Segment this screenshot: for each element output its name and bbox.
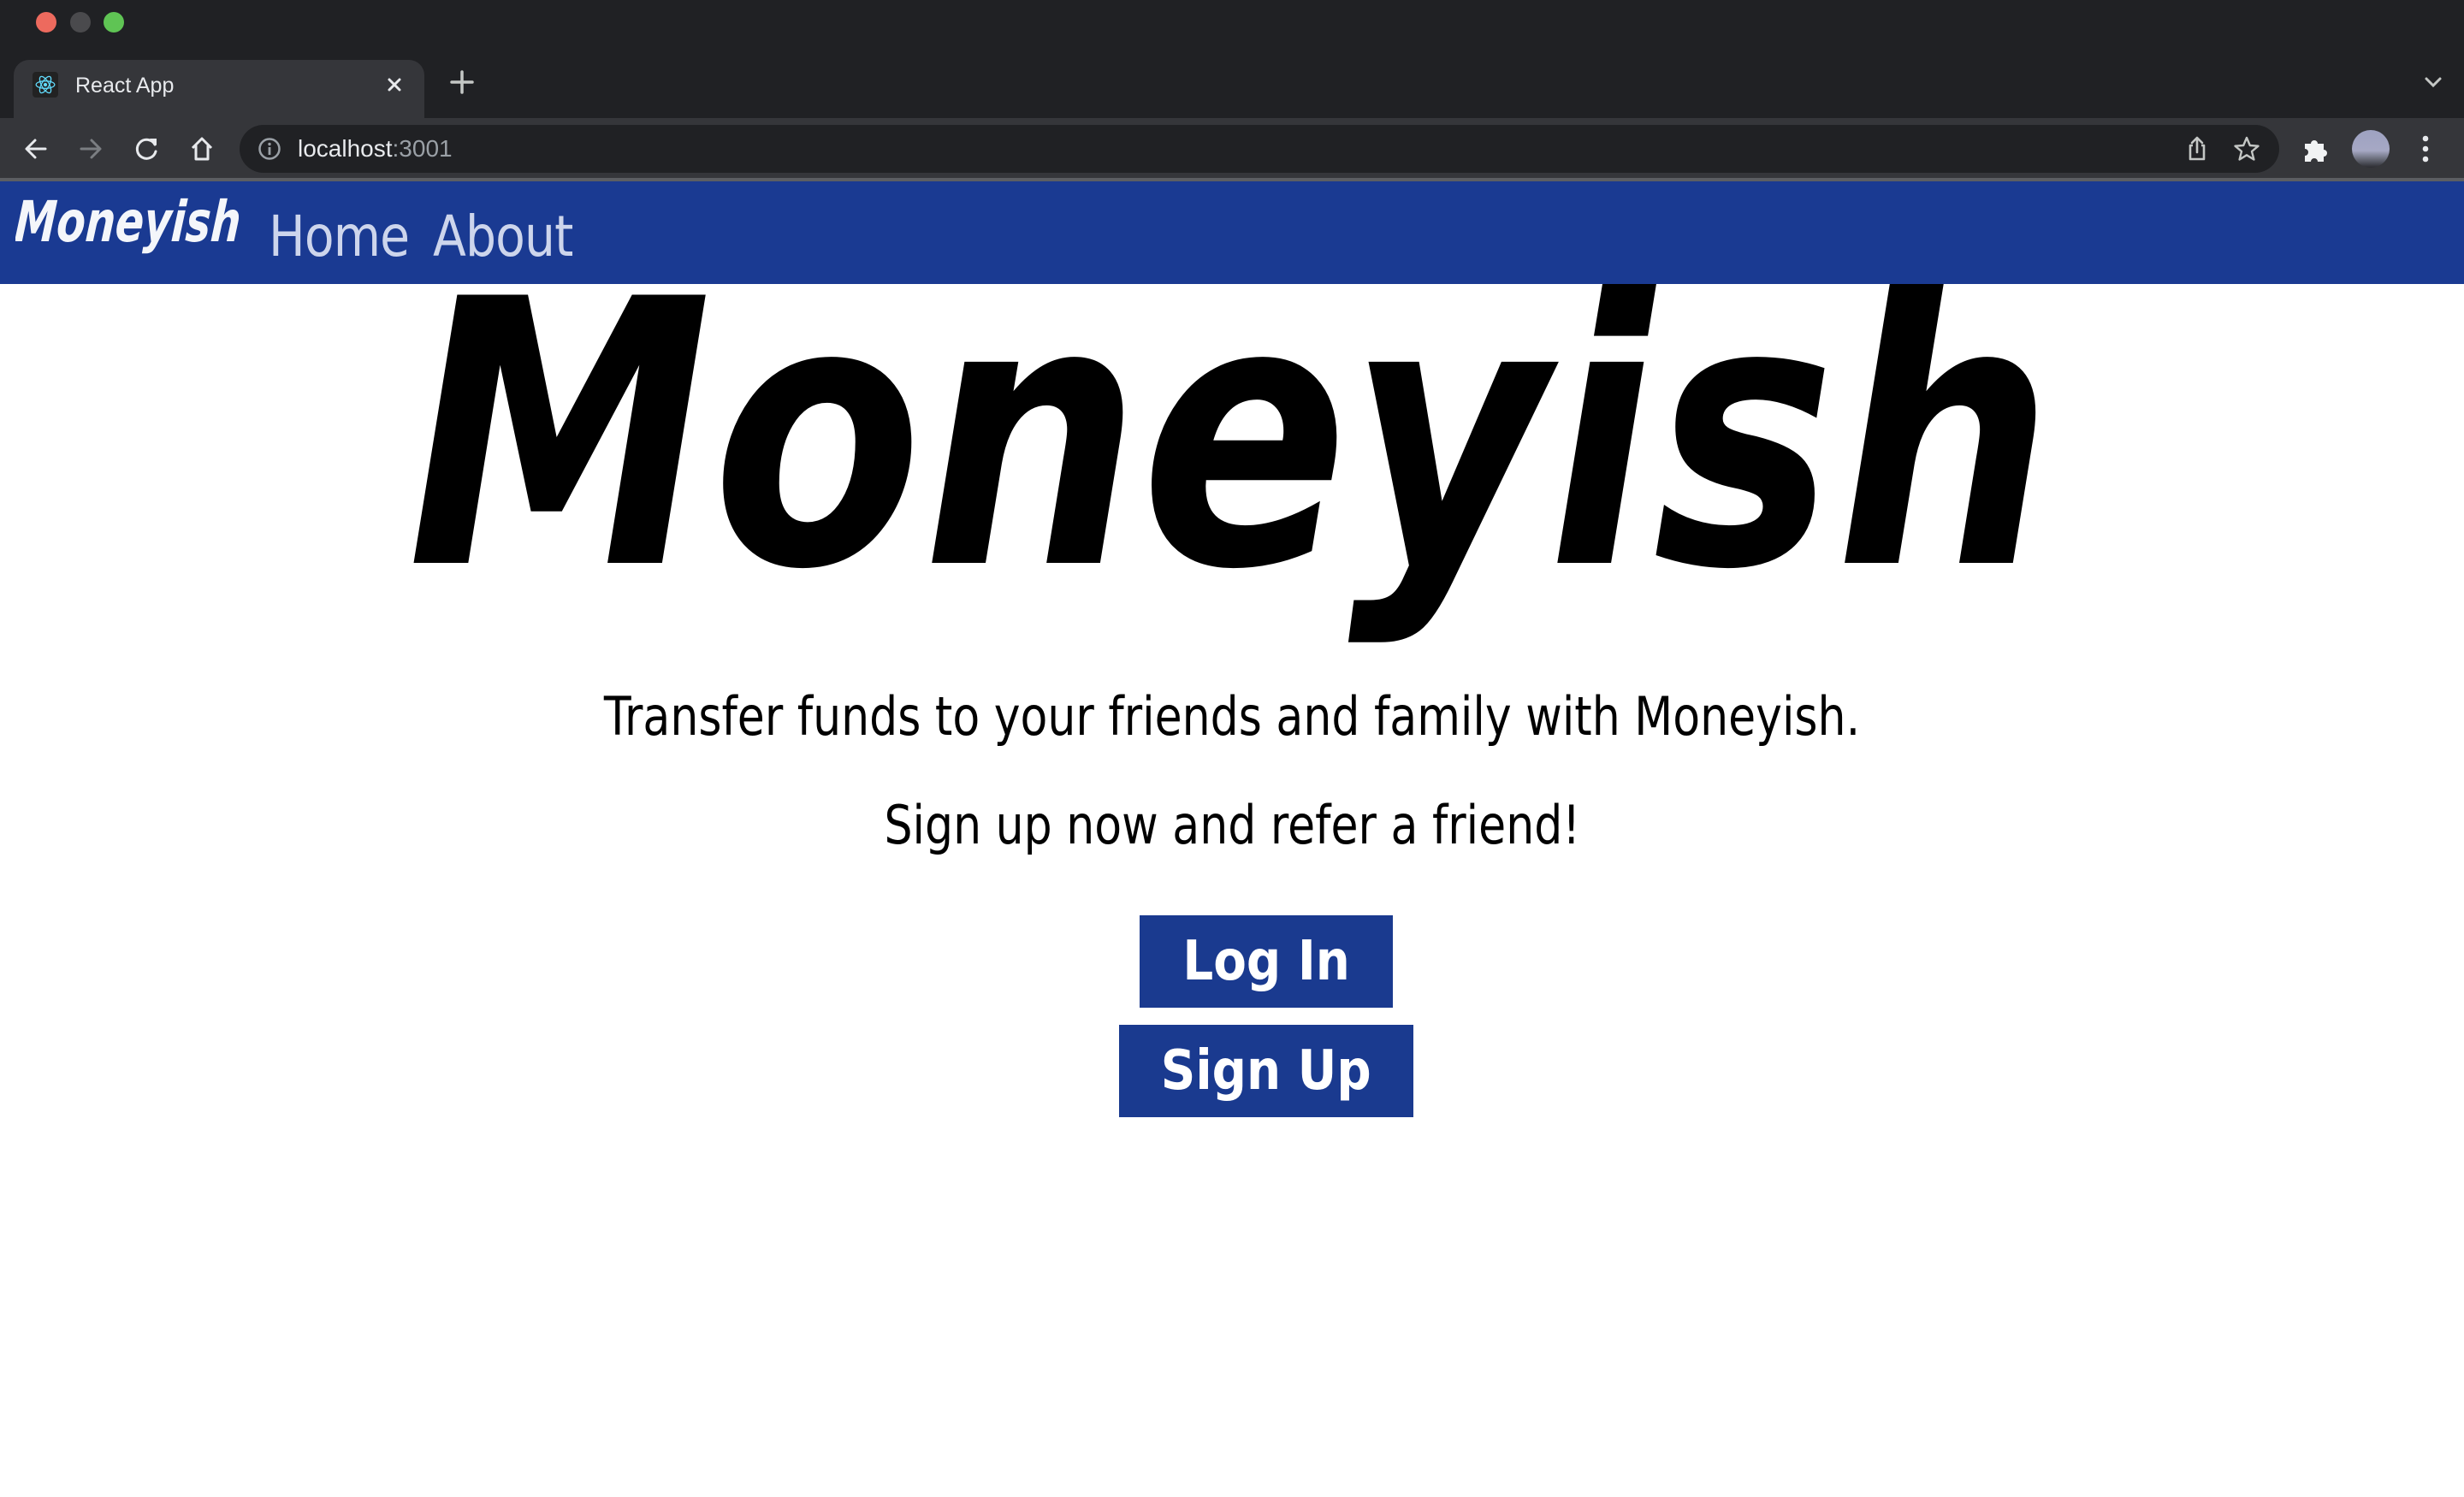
arrow-right-icon: [80, 139, 102, 159]
hero-logo: Moneyish: [407, 284, 2053, 650]
forward-button[interactable]: [72, 130, 110, 168]
tagline-transfer: Transfer funds to your friends and famil…: [0, 683, 2464, 751]
tab-search-button[interactable]: [2421, 70, 2445, 94]
new-tab-button[interactable]: [445, 65, 479, 99]
tab-title: React App: [75, 74, 175, 98]
star-icon[interactable]: [2233, 135, 2260, 163]
window-titlebar: [0, 0, 2464, 48]
hero-logo-text: Moneyish: [407, 284, 2053, 650]
nav-link-about[interactable]: About: [433, 207, 573, 267]
url-host: localhost: [298, 135, 393, 162]
tab-react-app[interactable]: React App: [14, 60, 424, 118]
back-button[interactable]: [17, 130, 55, 168]
maximize-window-button[interactable]: [104, 12, 124, 33]
nav-link-home[interactable]: Home: [269, 207, 410, 267]
close-window-button[interactable]: [36, 12, 56, 33]
brand-logo[interactable]: Moneyish: [15, 192, 246, 262]
tagline-transfer-text: Transfer funds to your friends and famil…: [603, 685, 1861, 748]
reload-button[interactable]: [128, 130, 166, 168]
puzzle-icon[interactable]: [2300, 133, 2332, 166]
url-text[interactable]: localhost:3001: [298, 133, 453, 164]
chevron-down-icon: [2425, 77, 2442, 88]
url-port: :3001: [392, 135, 453, 162]
tab-strip: React App: [0, 48, 2464, 118]
tagline-signup-text: Sign up now and refer a friend!: [884, 794, 1580, 856]
share-icon[interactable]: [2183, 135, 2211, 163]
plus-icon: [450, 70, 474, 94]
home-button[interactable]: [183, 130, 221, 168]
close-icon[interactable]: [380, 70, 409, 99]
browser-toolbar: localhost:3001: [0, 118, 2464, 180]
arrow-left-icon: [25, 139, 47, 159]
home-icon: [191, 137, 213, 161]
signup-button[interactable]: Sign Up: [1119, 1025, 1413, 1117]
login-button[interactable]: Log In: [1140, 915, 1393, 1008]
avatar[interactable]: [2352, 130, 2390, 168]
tagline-signup: Sign up now and refer a friend!: [0, 791, 2464, 860]
react-logo-icon: [33, 72, 58, 98]
kebab-menu-icon[interactable]: [2413, 132, 2438, 166]
signup-button-label: Sign Up: [1161, 1039, 1371, 1103]
site-navbar: Moneyish Home About: [0, 181, 2464, 284]
info-icon[interactable]: [257, 136, 282, 162]
reload-icon: [135, 138, 157, 160]
login-button-label: Log In: [1182, 930, 1350, 993]
brand-logo-text: Moneyish: [15, 192, 243, 255]
minimize-window-button[interactable]: [70, 12, 91, 33]
address-bar[interactable]: localhost:3001: [240, 125, 2279, 173]
